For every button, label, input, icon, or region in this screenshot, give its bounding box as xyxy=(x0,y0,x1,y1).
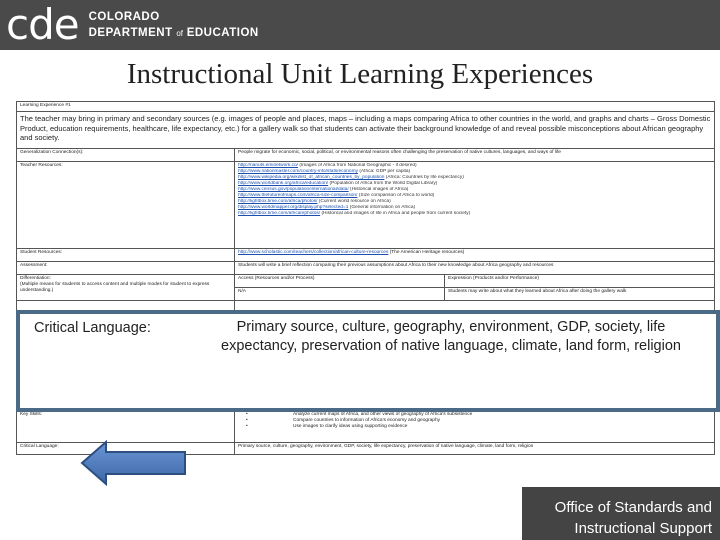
resource-link[interactable]: http://www.thefutureofmaps.com/africa-si… xyxy=(238,193,357,198)
resource-item: http://lightbox.time.com/african/photos/… xyxy=(238,211,471,216)
differentiation-cell: Differentiation: (Multiple means for stud… xyxy=(16,274,235,301)
student-resources-cell: http://www.scholastic.com/teachers/colle… xyxy=(233,248,716,262)
critical-language-callout: Critical Language: Primary source, cultu… xyxy=(16,310,720,412)
key-skills-label: Key Skills: xyxy=(16,410,235,443)
callout-text: Primary source, culture, geography, envi… xyxy=(221,319,681,354)
access-value: N/A xyxy=(234,287,445,301)
slide-title: Instructional Unit Learning Experiences xyxy=(126,58,594,90)
generalization-text: People migrate for economic, social, pol… xyxy=(233,148,716,162)
footer-badge: Office of Standards and Instructional Su… xyxy=(522,487,720,540)
teacher-resources-label: Teacher Resources: xyxy=(16,161,235,249)
cde-logo: cde COLORADO DEPARTMENT of EDUCATION xyxy=(6,3,259,47)
assessment-label: Assessment: xyxy=(16,261,235,275)
learning-experience-label: Learning Experience #1 xyxy=(15,101,716,112)
resource-link[interactable]: http://www.wikipedia.org/wiki/list_of_af… xyxy=(238,175,384,180)
key-skill-item: Use images to clarify ideas using suppor… xyxy=(238,424,711,430)
resource-link[interactable]: http://www.nationmaster.com/country-info… xyxy=(238,169,358,174)
resource-link[interactable]: http://lightbox.time.com/african/photos/ xyxy=(238,211,320,216)
resource-link[interactable]: http://lightbox.time.com/africa/photos/ xyxy=(238,199,317,204)
expression-value: Students may write about what they learn… xyxy=(443,287,716,301)
student-resource-link[interactable]: http://www.scholastic.com/teachers/colle… xyxy=(238,250,388,255)
critical-language-text: Primary source, culture, geography, envi… xyxy=(233,442,716,455)
resource-link[interactable]: http://www.worldbank.org/africa/educatio… xyxy=(238,181,328,186)
footer-line1: Office of Standards and xyxy=(554,499,712,516)
logo-line1: COLORADO xyxy=(88,10,160,23)
key-skills-list: Analyze current maps of Africa, and othe… xyxy=(233,410,716,443)
left-arrow-icon[interactable] xyxy=(80,440,188,486)
header-bar: cde COLORADO DEPARTMENT of EDUCATION xyxy=(0,0,720,50)
learning-experience-text: The teacher may bring in primary and sec… xyxy=(15,111,716,149)
generalization-label: Generalization Connection(s): xyxy=(16,148,235,162)
differentiation-label: Differentiation: xyxy=(20,276,51,281)
resource-link[interactable]: http://www.census.gov/population/interna… xyxy=(238,187,349,192)
differentiation-note: (Multiple means for students to access c… xyxy=(20,282,210,293)
access-header: Access (Resources and/or Process) xyxy=(234,274,445,288)
footer-line2: Instructional Support xyxy=(574,520,712,537)
callout-label: Critical Language: xyxy=(34,320,151,336)
expression-header: Expression (Products and/or Performance) xyxy=(443,274,716,288)
student-resource-note: (The American Heritage resources) xyxy=(388,250,465,255)
teacher-resources-list: http://nanuts.eminetwork.co/ (Images of … xyxy=(233,161,716,249)
logo-text: COLORADO DEPARTMENT of EDUCATION xyxy=(89,9,259,42)
footer-text: Office of Standards and Instructional Su… xyxy=(555,497,712,539)
logo-line2: DEPARTMENT of EDUCATION xyxy=(88,26,259,39)
student-resources-label: Student Resources: xyxy=(16,248,235,262)
logo-mark: cde xyxy=(6,0,80,49)
resource-link[interactable]: http://nanuts.eminetwork.co/ xyxy=(238,163,298,168)
resource-link[interactable]: http://www.worldmapper.org/display.php?s… xyxy=(238,205,348,210)
assessment-text: Students will write a brief reflection c… xyxy=(233,261,716,275)
